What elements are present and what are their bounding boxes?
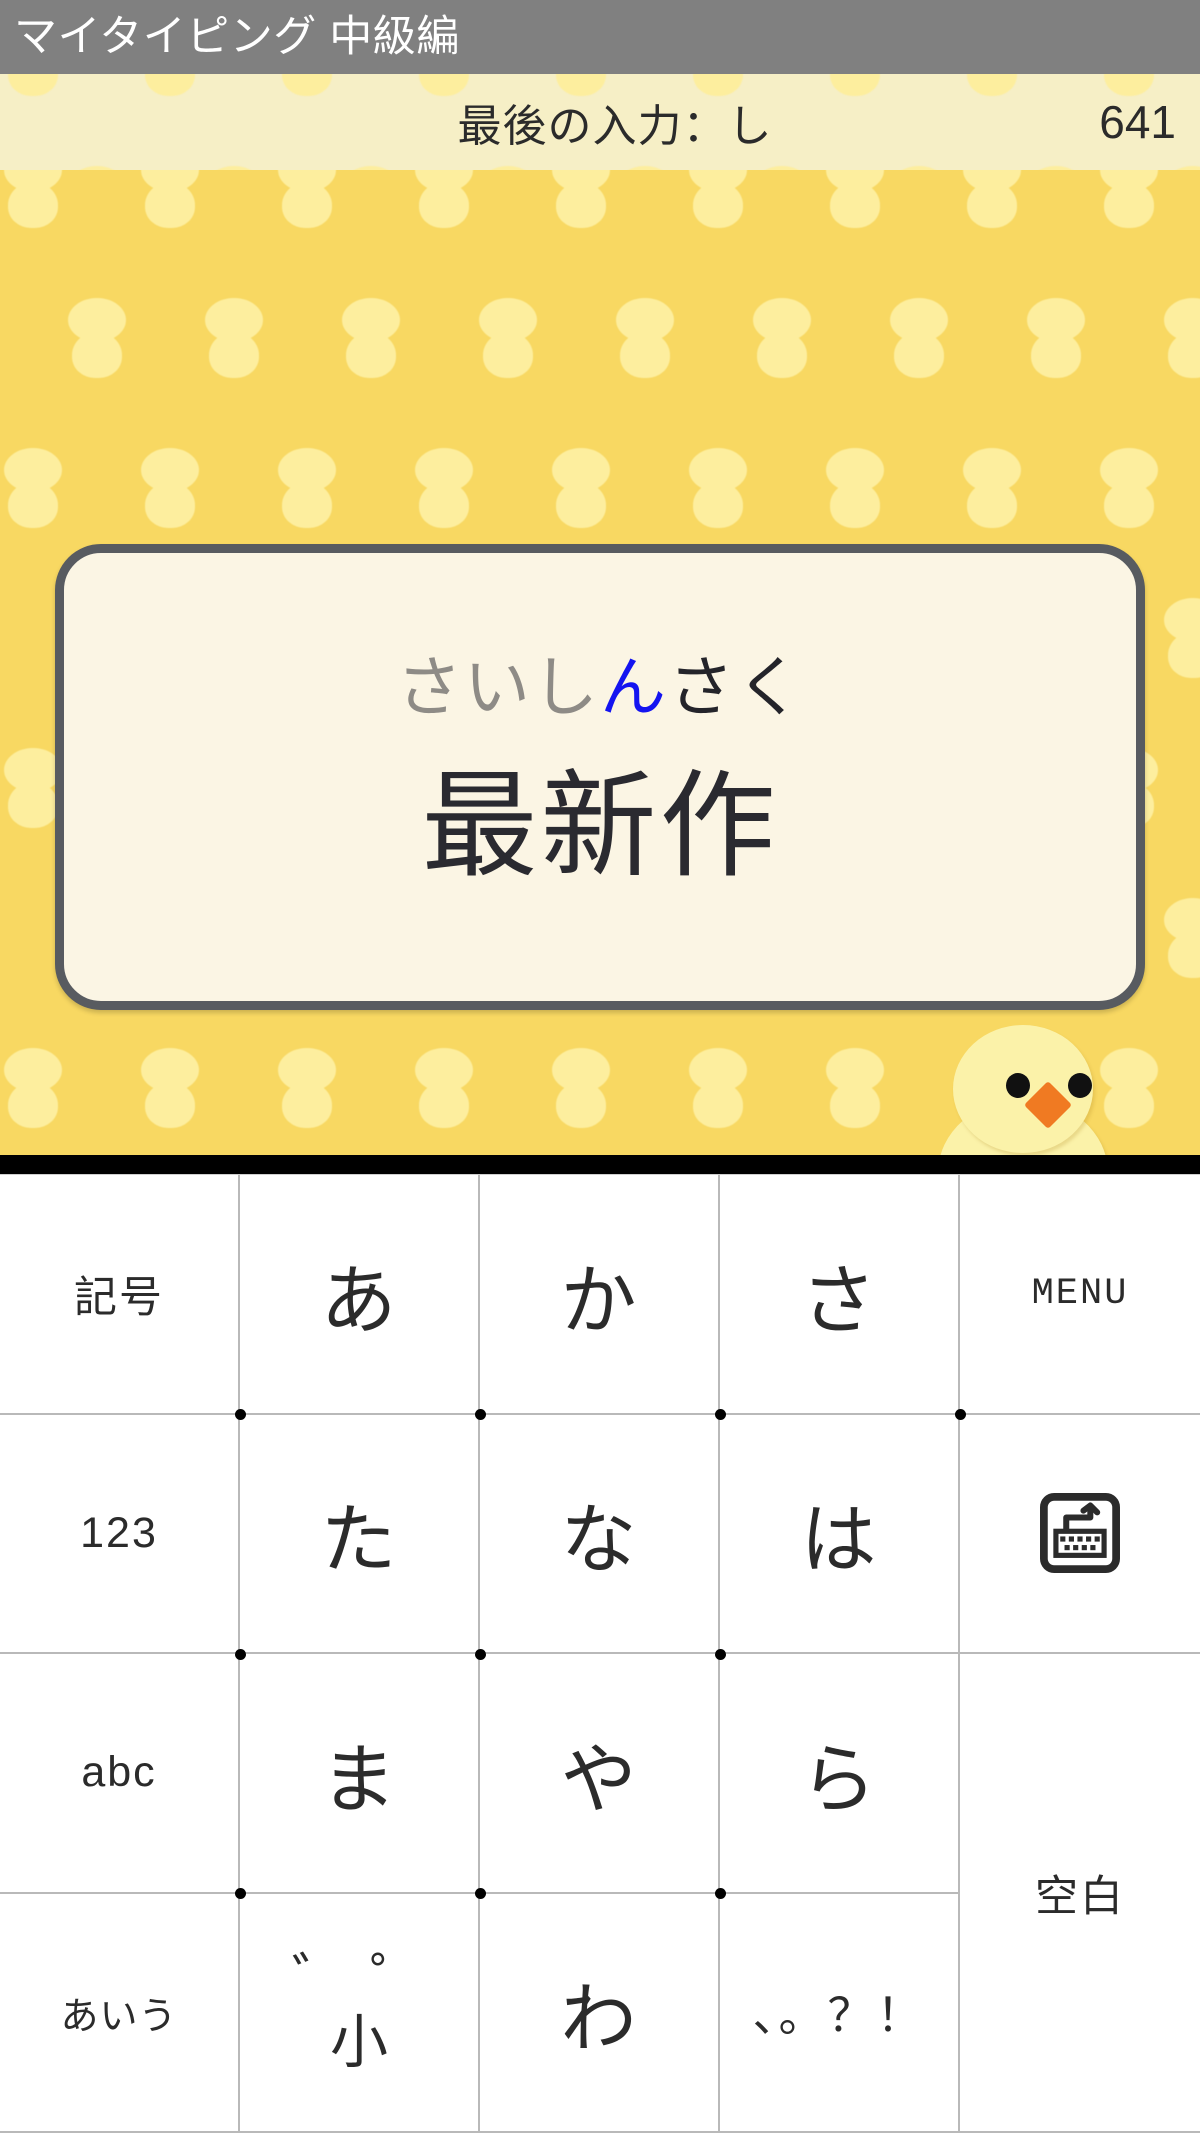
score-value: 641: [1099, 96, 1176, 148]
wallpaper-chick-icon: [141, 1048, 199, 1128]
key-label: わ: [560, 1977, 638, 2063]
key-kigou[interactable]: 記号: [0, 1175, 240, 1415]
wallpaper-chick-icon: [415, 170, 473, 228]
key-ya[interactable]: や: [480, 1654, 720, 1894]
key-ta[interactable]: た: [240, 1414, 480, 1654]
wallpaper-chick-icon: [479, 298, 537, 378]
wallpaper-chick-icon: [689, 448, 747, 528]
wallpaper-chick-icon: [552, 170, 610, 228]
wallpaper-chick-icon: [963, 448, 1021, 528]
chick-eye-left: [1006, 1073, 1030, 1098]
wallpaper-chick-icon: [4, 170, 62, 228]
wallpaper-chick-icon: [689, 1048, 747, 1128]
wallpaper-chick-icon: [890, 298, 948, 378]
key-a[interactable]: あ: [240, 1175, 480, 1415]
key-label: ま: [320, 1737, 398, 1823]
chick-beak-icon: [1023, 1080, 1073, 1130]
wallpaper-chick-icon: [963, 170, 1021, 228]
wallpaper-chick-icon: [278, 170, 336, 228]
key-punct[interactable]: 、。？！: [720, 1893, 960, 2133]
wallpaper-chick-icon: [552, 1048, 610, 1128]
wallpaper-chick-icon: [342, 298, 400, 378]
key-ra[interactable]: ら: [720, 1654, 960, 1894]
key-label: 記号: [74, 1273, 164, 1322]
key-aiu[interactable]: あいう: [0, 1893, 240, 2133]
small-kana-mark: 小: [329, 2010, 388, 2076]
wallpaper-chick-icon: [415, 448, 473, 528]
key-label: abc: [81, 1748, 157, 1797]
kana-keyboard[interactable]: 記号 あ か さ MENU 123 た な は abc ま や ら空白あいう ゛゜小 わ 、。？！: [0, 1174, 1200, 2133]
key-label: ら: [800, 1737, 878, 1823]
key-label: は: [800, 1498, 878, 1584]
kana-reading: さいしんさく: [396, 654, 804, 720]
wallpaper-chick-icon: [1100, 448, 1158, 528]
kana-typed: さいし: [396, 650, 600, 724]
status-bar: 最後の入力：し 641: [0, 74, 1200, 170]
key-sa[interactable]: さ: [720, 1175, 960, 1415]
wallpaper-chick-icon: [4, 448, 62, 528]
wallpaper-chick-icon: [68, 298, 126, 378]
keyboard-separator: [0, 1155, 1200, 1174]
key-hide-kb[interactable]: [960, 1414, 1200, 1654]
key-label: 空白: [1035, 1872, 1125, 1921]
wallpaper-chick-icon: [616, 298, 674, 378]
keyboard-hide-icon: [1037, 1490, 1123, 1576]
key-na[interactable]: な: [480, 1414, 720, 1654]
wallpaper-chick-icon: [552, 448, 610, 528]
wallpaper-chick-icon: [1164, 898, 1200, 978]
wallpaper-chick-icon: [826, 170, 884, 228]
wallpaper-chick-icon: [1164, 298, 1200, 378]
key-menu[interactable]: MENU: [960, 1175, 1200, 1415]
wallpaper-chick-icon: [1100, 170, 1158, 228]
typing-game-screen: マイタイピング 中級編 最後の入力：し 641 さいしんさく 最新作 記号 あ …: [0, 0, 1200, 2133]
wallpaper-chick-icon: [826, 448, 884, 528]
wallpaper-chick-icon: [1164, 598, 1200, 678]
dakuten-key-content: ゛゜小: [270, 1952, 448, 2072]
wallpaper-chick-icon: [826, 1048, 884, 1128]
key-label: 、。？！: [752, 1989, 926, 2042]
key-space[interactable]: 空白: [960, 1654, 1200, 2133]
key-label: た: [320, 1498, 398, 1584]
wallpaper-chick-icon: [4, 748, 62, 828]
kana-remaining: さく: [668, 650, 804, 724]
wallpaper-chick-icon: [278, 448, 336, 528]
chick-eye-right: [1068, 1073, 1092, 1098]
key-123[interactable]: 123: [0, 1414, 240, 1654]
key-label: や: [560, 1737, 638, 1823]
wallpaper-chick-icon: [278, 1048, 336, 1128]
wallpaper-chick-icon: [141, 448, 199, 528]
wallpaper-chick-icon: [4, 1048, 62, 1128]
kanji-word: 最新作: [421, 761, 779, 891]
key-label: な: [560, 1498, 638, 1584]
key-label: か: [560, 1258, 638, 1344]
last-input-label: 最後の入力：し: [457, 102, 773, 151]
key-ka[interactable]: か: [480, 1175, 720, 1415]
chick-mascot-icon: [928, 1025, 1118, 1155]
kana-current: ん: [600, 650, 668, 724]
wallpaper-chick-icon: [205, 298, 263, 378]
game-area: さいしんさく 最新作: [0, 170, 1200, 1155]
key-label: 123: [80, 1508, 158, 1557]
key-label: MENU: [1031, 1272, 1129, 1315]
chick-head: [953, 1025, 1093, 1153]
app-title: マイタイピング 中級編: [14, 12, 460, 61]
key-dakuten[interactable]: ゛゜小: [240, 1893, 480, 2133]
key-label: あ: [320, 1258, 398, 1344]
key-label: あいう: [60, 1995, 178, 2038]
key-ha[interactable]: は: [720, 1414, 960, 1654]
word-card: さいしんさく 最新作: [55, 544, 1145, 1010]
title-bar: マイタイピング 中級編: [0, 0, 1200, 74]
wallpaper-chick-icon: [753, 298, 811, 378]
key-ma[interactable]: ま: [240, 1654, 480, 1894]
key-label: さ: [800, 1258, 878, 1344]
wallpaper-chick-icon: [415, 1048, 473, 1128]
wallpaper-chick-icon: [689, 170, 747, 228]
key-wa[interactable]: わ: [480, 1893, 720, 2133]
wallpaper-chick-icon: [1027, 298, 1085, 378]
key-abc[interactable]: abc: [0, 1654, 240, 1894]
dakuten-marks: ゛゜: [292, 1948, 448, 2012]
wallpaper-chick-icon: [141, 170, 199, 228]
